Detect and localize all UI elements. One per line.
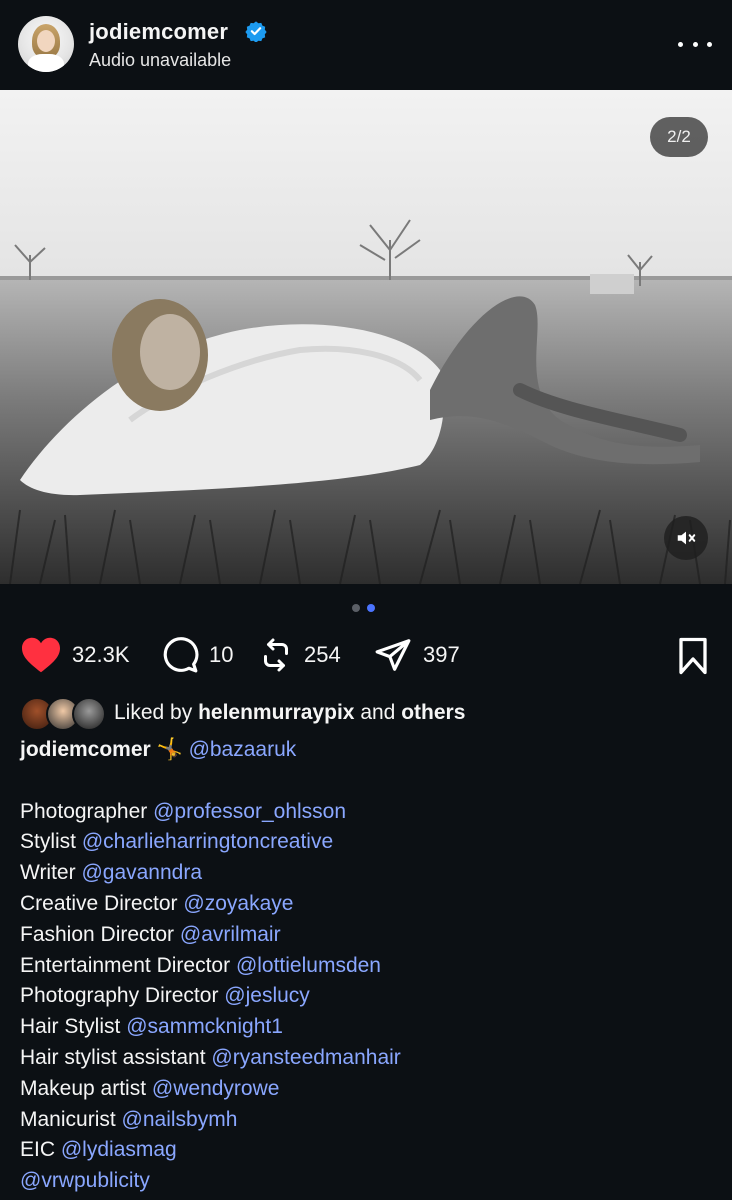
username-link[interactable]: jodiemcomer bbox=[89, 19, 228, 45]
post-caption: jodiemcomer 🤸 @bazaaruk Photographer @pr… bbox=[20, 735, 720, 1197]
photo-scene bbox=[0, 90, 732, 584]
repost-icon bbox=[264, 638, 288, 672]
carousel-dot-active bbox=[367, 604, 375, 612]
credit-handle-link[interactable]: @sammcknight1 bbox=[126, 1015, 283, 1038]
credit-line: Photography Director @jeslucy bbox=[20, 981, 720, 1012]
credit-handle-link[interactable]: @professor_ohlsson bbox=[153, 800, 346, 823]
liker-avatar bbox=[72, 697, 106, 731]
credit-line: Fashion Director @avrilmair bbox=[20, 920, 720, 951]
carousel-dot bbox=[352, 604, 360, 612]
credit-line: Hair Stylist @sammcknight1 bbox=[20, 1012, 720, 1043]
like-count: 32.3K bbox=[72, 642, 130, 667]
liked-by-text: Liked by helenmurraypix and others bbox=[114, 701, 465, 725]
bookmark-icon[interactable] bbox=[675, 636, 711, 681]
credit-role: Fashion Director bbox=[20, 922, 175, 946]
send-icon bbox=[375, 639, 411, 671]
avatar-body bbox=[28, 54, 64, 72]
carousel-indicator bbox=[352, 604, 380, 614]
credit-handle-link[interactable]: @gavanndra bbox=[81, 861, 202, 884]
credit-line: Photographer @professor_ohlsson bbox=[20, 797, 720, 828]
action-bar: 32.3K 10 254 397 bbox=[0, 632, 732, 682]
comment-count: 10 bbox=[209, 642, 234, 667]
credit-role: Photography Director bbox=[20, 984, 219, 1008]
credit-handle-link[interactable]: @nailsbymh bbox=[122, 1108, 238, 1131]
credit-handle-link[interactable]: @jeslucy bbox=[224, 984, 310, 1007]
share-count: 397 bbox=[423, 642, 460, 667]
credit-role: Photographer bbox=[20, 799, 148, 823]
post-header: jodiemcomer Audio unavailable bbox=[0, 0, 732, 90]
liked-by-others-link[interactable]: others bbox=[401, 701, 465, 724]
repost-count: 254 bbox=[304, 642, 341, 667]
liker-avatars bbox=[20, 697, 106, 731]
credit-role: Hair Stylist bbox=[20, 1015, 121, 1039]
audio-status: Audio unavailable bbox=[89, 50, 232, 70]
credit-role: Writer bbox=[20, 861, 76, 885]
credit-handle-link[interactable]: @lydiasmag bbox=[61, 1138, 177, 1161]
caption-mention-link[interactable]: @bazaaruk bbox=[189, 738, 297, 761]
credit-role: EIC bbox=[20, 1138, 56, 1162]
caption-author-link[interactable]: jodiemcomer bbox=[20, 738, 151, 761]
credit-line: Makeup artist @wendyrowe bbox=[20, 1074, 720, 1105]
post-photo[interactable] bbox=[0, 90, 732, 584]
liked-by-row[interactable]: Liked by helenmurraypix and others bbox=[20, 696, 465, 731]
credit-line: Creative Director @zoyakaye bbox=[20, 889, 720, 920]
credit-handle-link[interactable]: @avrilmair bbox=[180, 923, 281, 946]
caption-first-line: jodiemcomer 🤸 @bazaaruk bbox=[20, 735, 720, 766]
credit-handle-link[interactable]: @wendyrowe bbox=[152, 1077, 280, 1100]
share-button[interactable]: 397 bbox=[373, 632, 460, 678]
credit-role: Manicurist bbox=[20, 1107, 116, 1131]
more-options-icon[interactable] bbox=[678, 30, 712, 58]
credit-handle-link[interactable]: @vrwpublicity bbox=[20, 1169, 150, 1192]
profile-avatar[interactable] bbox=[18, 16, 74, 72]
credit-role: Creative Director bbox=[20, 891, 178, 915]
slide-counter: 2/2 bbox=[650, 117, 708, 157]
credit-role: Entertainment Director bbox=[20, 953, 231, 977]
credit-handle-link[interactable]: @charlieharringtoncreative bbox=[82, 830, 333, 853]
avatar-face bbox=[37, 30, 55, 52]
credit-line: Stylist @charlieharringtoncreative bbox=[20, 827, 720, 858]
credit-line: EIC @lydiasmag bbox=[20, 1135, 720, 1166]
credit-line: Manicurist @nailsbymh bbox=[20, 1105, 720, 1136]
more-dot bbox=[707, 41, 712, 47]
credit-line: @vrwpublicity bbox=[20, 1166, 720, 1197]
speaker-muted-icon[interactable] bbox=[664, 516, 708, 560]
credit-line: Entertainment Director @lottielumsden bbox=[20, 951, 720, 982]
comment-icon bbox=[163, 637, 199, 673]
credit-handle-link[interactable]: @lottielumsden bbox=[236, 954, 381, 977]
caption-emoji: 🤸 bbox=[156, 738, 183, 761]
verified-badge-icon bbox=[245, 21, 267, 42]
liked-by-conjunction: and bbox=[360, 701, 396, 724]
like-button[interactable]: 32.3K bbox=[20, 632, 130, 678]
more-dot bbox=[678, 41, 683, 47]
repost-button[interactable]: 254 bbox=[258, 632, 341, 678]
liked-by-user-link[interactable]: helenmurraypix bbox=[198, 701, 354, 724]
credit-handle-link[interactable]: @zoyakaye bbox=[183, 892, 293, 915]
credit-role: Stylist bbox=[20, 830, 77, 854]
credits-list: Photographer @professor_ohlsson Stylist @… bbox=[20, 797, 720, 1197]
liked-by-prefix: Liked by bbox=[114, 701, 193, 724]
comment-button[interactable]: 10 bbox=[161, 632, 233, 678]
credit-role: Makeup artist bbox=[20, 1076, 147, 1100]
more-dot bbox=[692, 41, 698, 47]
credit-line: Writer @gavanndra bbox=[20, 858, 720, 889]
credit-role: Hair stylist assistant bbox=[20, 1045, 206, 1069]
credit-handle-link[interactable]: @ryansteedmanhair bbox=[211, 1046, 400, 1069]
heart-icon bbox=[22, 637, 60, 673]
credit-line: Hair stylist assistant @ryansteedmanhair bbox=[20, 1043, 720, 1074]
